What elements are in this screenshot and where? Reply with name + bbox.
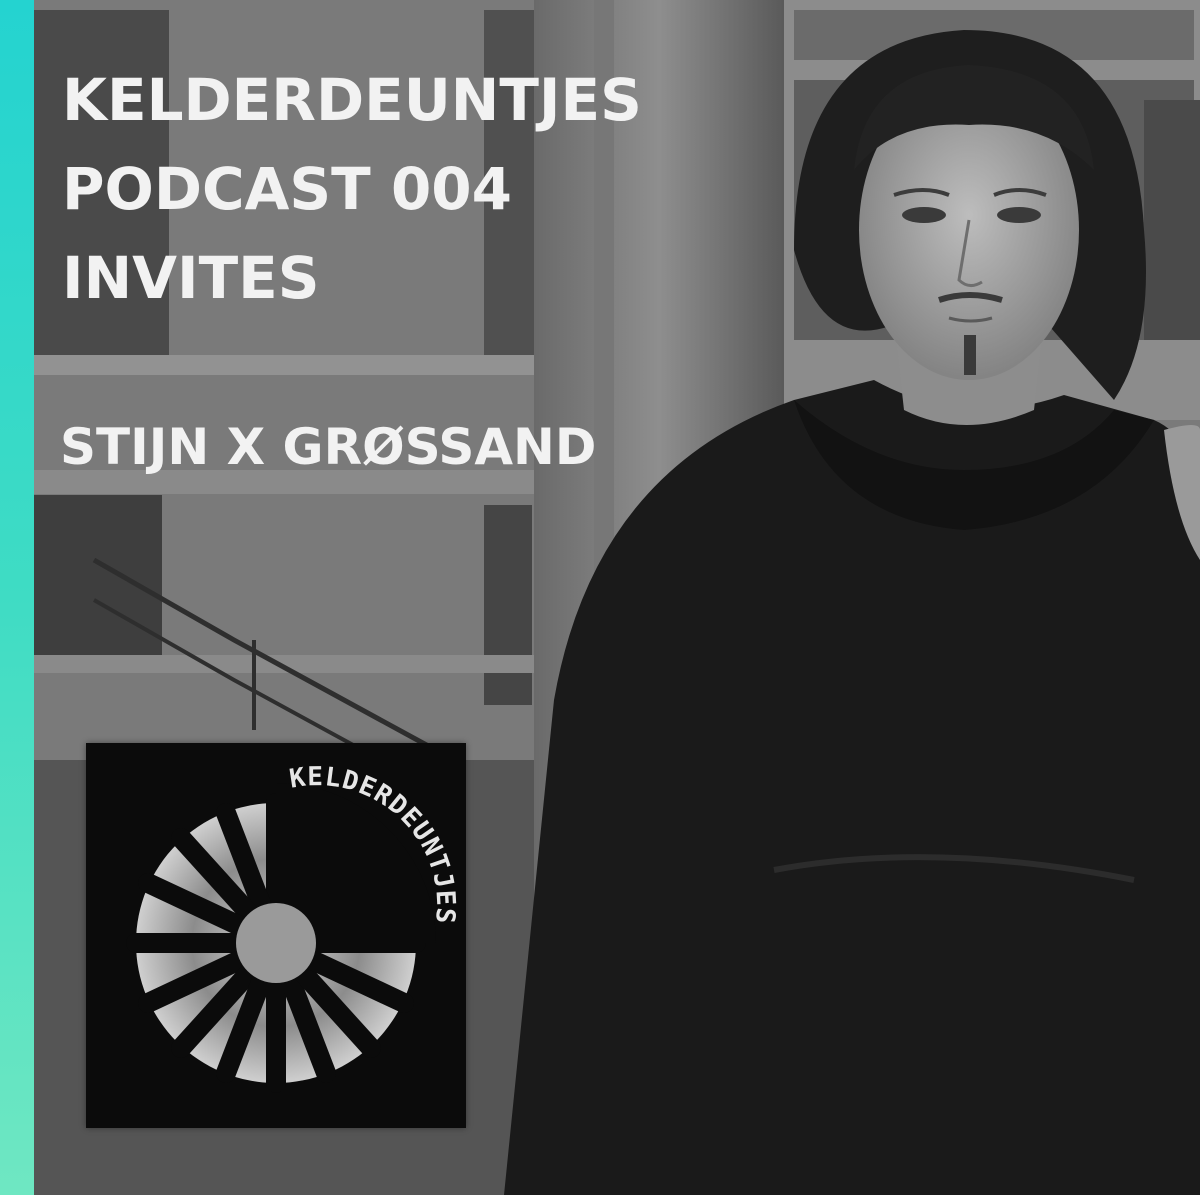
guest-names: STIJN X GRØSSAND xyxy=(60,418,597,476)
podcast-cover: KELDERDEUNTJES PODCAST 004 INVITES STIJN… xyxy=(0,0,1200,1195)
accent-stripe xyxy=(0,0,34,1195)
title-line-1: KELDERDEUNTJES xyxy=(62,66,642,134)
sunburst-logo-icon: KELDERDEUNTJES xyxy=(126,762,459,1093)
podcast-title: KELDERDEUNTJES PODCAST 004 INVITES xyxy=(62,56,642,323)
title-line-3: INVITES xyxy=(62,244,320,312)
title-line-2: PODCAST 004 xyxy=(62,155,513,223)
kelderdeuntjes-logo: KELDERDEUNTJES xyxy=(86,743,466,1128)
